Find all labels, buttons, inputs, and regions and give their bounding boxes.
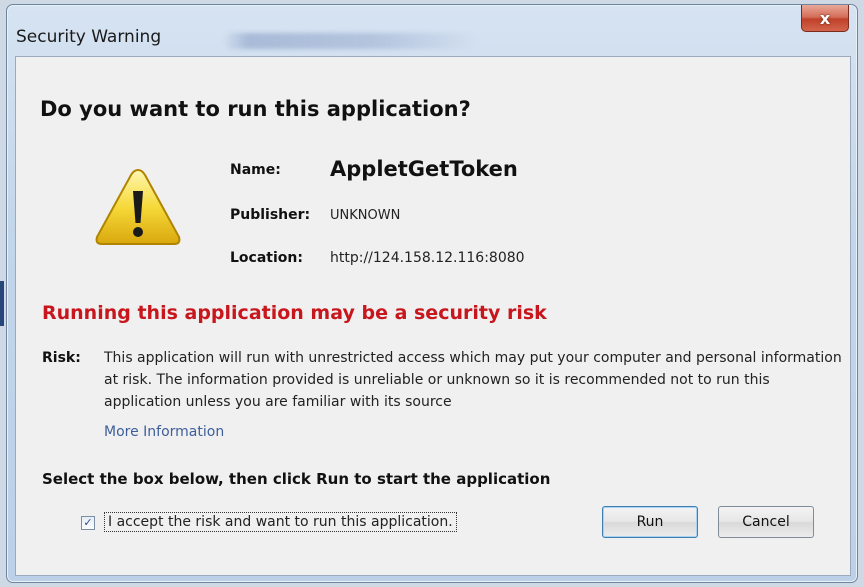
location-value: http://124.158.12.116:8080 <box>330 250 525 266</box>
application-name: AppletGetToken <box>330 157 518 181</box>
background-edge <box>0 281 4 326</box>
window-title: Security Warning <box>16 27 162 47</box>
instruction-text: Select the box below, then click Run to … <box>42 470 551 488</box>
warning-triangle-icon <box>95 168 181 245</box>
blurred-title-detail <box>223 33 477 49</box>
dialog-heading: Do you want to run this application? <box>40 97 471 121</box>
check-icon: ✓ <box>83 516 93 529</box>
location-label: Location: <box>230 250 303 266</box>
close-icon: x <box>819 8 831 28</box>
accept-risk-checkbox[interactable]: ✓ <box>81 516 95 530</box>
security-warning-window: Security Warning x Do you want to run th… <box>6 4 858 583</box>
publisher-value: UNKNOWN <box>330 208 401 223</box>
cancel-button[interactable]: Cancel <box>718 506 814 538</box>
more-information-link[interactable]: More Information <box>104 424 224 440</box>
dialog-body: Do you want to run this application? Nam… <box>15 56 851 576</box>
publisher-label: Publisher: <box>230 207 311 223</box>
risk-label: Risk: <box>42 350 81 366</box>
run-button[interactable]: Run <box>602 506 698 538</box>
name-label: Name: <box>230 162 281 178</box>
close-button[interactable]: x <box>801 5 849 32</box>
accept-risk-label[interactable]: I accept the risk and want to run this a… <box>104 512 457 532</box>
title-bar[interactable]: Security Warning x <box>7 5 857 49</box>
risk-heading: Running this application may be a securi… <box>42 302 547 324</box>
risk-description: This application will run with unrestric… <box>104 350 842 410</box>
